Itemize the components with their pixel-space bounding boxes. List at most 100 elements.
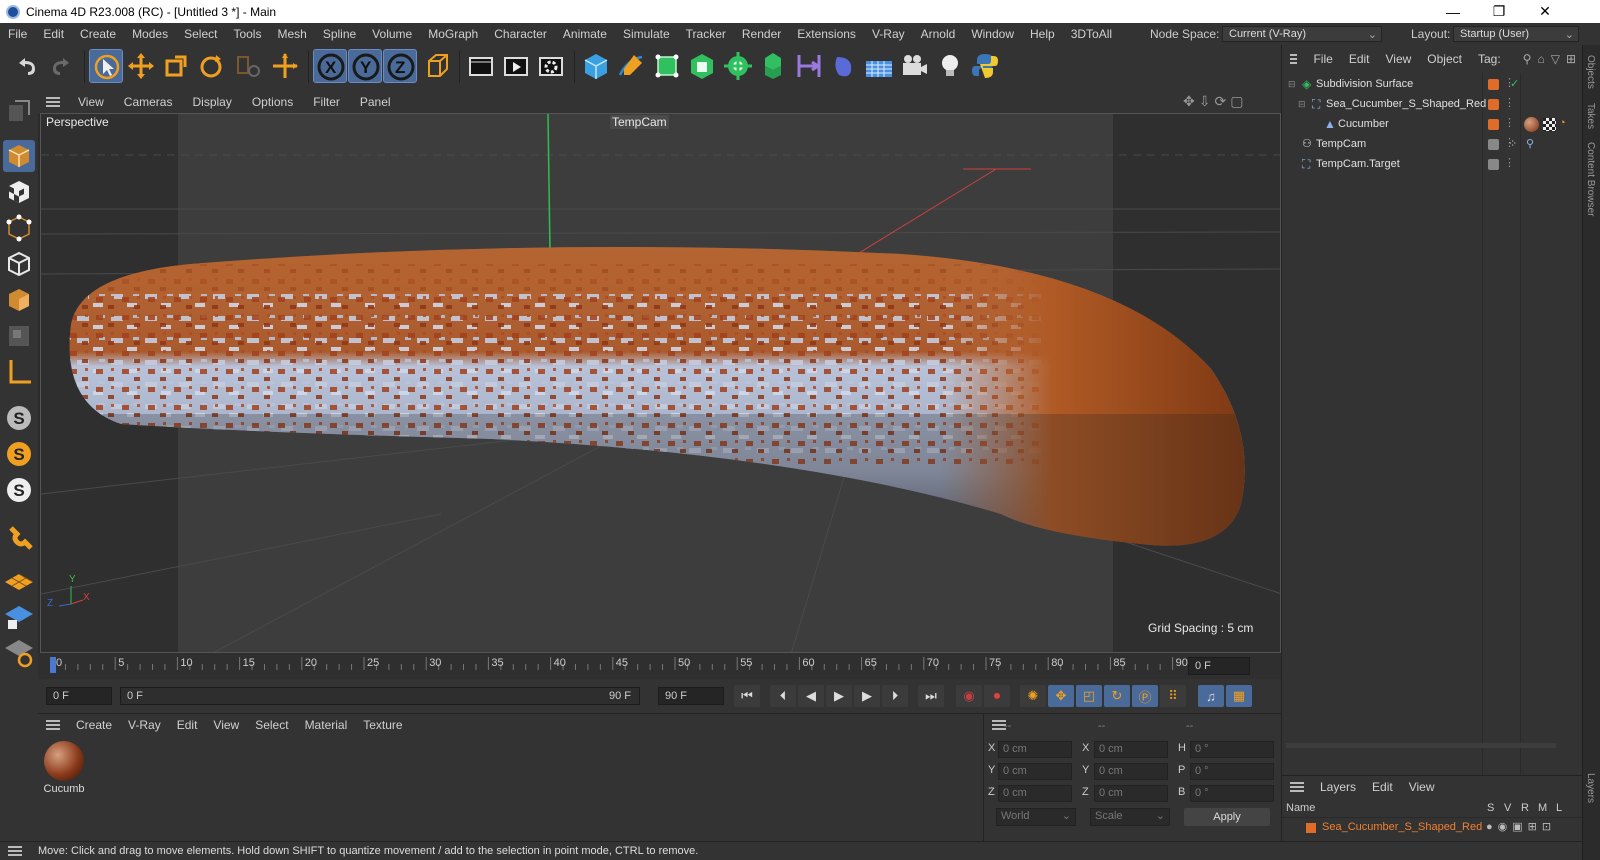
recent-tool-icon[interactable] (230, 49, 264, 83)
x-axis-icon[interactable]: X (313, 49, 347, 83)
material-menu-edit[interactable]: Edit (169, 718, 206, 732)
menu-create[interactable]: Create (72, 27, 124, 41)
viewport-camera-name[interactable]: TempCam (610, 115, 669, 129)
material-menu-create[interactable]: Create (68, 718, 120, 732)
layer-menu-edit[interactable]: Edit (1364, 780, 1401, 794)
goto-end-icon[interactable]: ⏭ (918, 685, 944, 707)
keyframe-selection-icon[interactable]: ✺ (1020, 685, 1046, 707)
object-row-tempcam[interactable]: ⚇ TempCam ⋮ ⁘ ⚲ (1282, 135, 1582, 155)
record-icon[interactable]: ◉ (956, 685, 982, 707)
subdivision-icon[interactable] (650, 49, 684, 83)
visibility-dots-icon[interactable]: ⋮ (1504, 156, 1515, 169)
object-menu-edit[interactable]: Edit (1341, 52, 1378, 66)
cube-icon[interactable] (579, 49, 613, 83)
size-y-field[interactable]: 0 cm (1094, 763, 1168, 780)
coord-mode-dropdown[interactable]: World ⌄ (996, 808, 1076, 826)
current-frame-field[interactable]: 0 F (1188, 657, 1250, 675)
material-menu-select[interactable]: Select (247, 718, 296, 732)
menu-modes[interactable]: Modes (124, 27, 176, 41)
position-y-field[interactable]: 0 cm (998, 763, 1072, 780)
render-view-icon[interactable] (499, 49, 533, 83)
rotation-b-field[interactable]: 0 ° (1190, 785, 1274, 802)
menu-mograph[interactable]: MoGraph (420, 27, 486, 41)
material-tag-icon[interactable] (1524, 117, 1539, 132)
z-axis-icon[interactable]: Z (383, 49, 417, 83)
hamburger-menu-icon[interactable] (1290, 782, 1304, 792)
key-parameter-icon[interactable]: Ⓟ (1132, 685, 1158, 707)
mograph-icon[interactable] (756, 49, 790, 83)
object-row-cucumber[interactable]: ▲ Cucumber ⋮ ◔ (1282, 115, 1582, 135)
target-tag-icon[interactable]: ⁘ (1508, 137, 1517, 150)
deformer-icon[interactable] (792, 49, 826, 83)
play-icon[interactable]: ▶ (826, 685, 852, 707)
horizontal-scrollbar[interactable] (1286, 743, 1556, 748)
minimize-button[interactable]: — (1430, 0, 1476, 23)
layer-color-swatch[interactable] (1306, 823, 1316, 833)
visibility-dots-icon[interactable]: ⋮ (1504, 116, 1515, 129)
point-mode-icon[interactable] (3, 212, 35, 244)
uvw-tag-icon[interactable] (1543, 118, 1556, 131)
viewport-nav-icons[interactable]: ✥⇩⟳▢ (1183, 93, 1247, 110)
render-region-icon[interactable] (464, 49, 498, 83)
menu-window[interactable]: Window (963, 27, 1022, 41)
visibility-dots-icon[interactable]: ⋮ (1504, 96, 1515, 109)
menu-simulate[interactable]: Simulate (615, 27, 678, 41)
timeline-playhead[interactable] (50, 657, 56, 673)
side-tab-content-browser[interactable]: Content Browser (1585, 142, 1596, 216)
hamburger-menu-icon[interactable] (46, 720, 60, 730)
menu-spline[interactable]: Spline (315, 27, 364, 41)
side-tab-takes[interactable]: Takes (1585, 103, 1596, 129)
hamburger-menu-icon[interactable] (46, 97, 60, 107)
floor-icon[interactable] (862, 49, 896, 83)
hamburger-menu-icon[interactable] (1290, 54, 1298, 64)
y-axis-icon[interactable]: Y (348, 49, 382, 83)
coord-transform-dropdown[interactable]: Scale ⌄ (1090, 808, 1170, 826)
position-x-field[interactable]: 0 cm (998, 741, 1072, 758)
restore-button[interactable]: ❐ (1476, 0, 1522, 23)
world-coord-icon[interactable] (420, 49, 454, 83)
start-frame-field[interactable]: 0 F (46, 687, 112, 705)
workplane-icon[interactable] (3, 564, 35, 596)
menu-mesh[interactable]: Mesh (269, 27, 314, 41)
viewport-menu-cameras[interactable]: Cameras (114, 95, 183, 109)
rotation-p-field[interactable]: 0 ° (1190, 763, 1274, 780)
rotate-icon[interactable] (194, 49, 228, 83)
material-item[interactable]: Cucumb (42, 741, 86, 801)
workplane-lock-icon[interactable] (3, 600, 35, 632)
model-mode-icon[interactable] (3, 140, 35, 172)
side-tab-layers[interactable]: Layers (1585, 773, 1596, 803)
layer-row[interactable]: Sea_Cucumber_S_Shaped_Red ●◉▣⊞⊡ (1282, 819, 1582, 837)
layer-color-swatch[interactable] (1488, 119, 1499, 130)
layout-dropdown[interactable]: Startup (User) ⌄ (1453, 26, 1579, 42)
object-row-tempcam-target[interactable]: ⛶ TempCam.Target ⋮ (1282, 155, 1582, 175)
goto-start-icon[interactable]: ⏮ (734, 685, 760, 707)
menu-file[interactable]: File (0, 27, 35, 41)
menu-select[interactable]: Select (176, 27, 225, 41)
pen-icon[interactable] (614, 49, 648, 83)
object-row-sea-cucumber[interactable]: ⊟ ⛶ Sea_Cucumber_S_Shaped_Red ⋮ (1282, 95, 1582, 115)
size-x-field[interactable]: 0 cm (1094, 741, 1168, 758)
viewport-menu-view[interactable]: View (68, 95, 114, 109)
select-live-icon[interactable] (89, 49, 123, 83)
menu-vray[interactable]: V-Ray (864, 27, 913, 41)
autokey-icon[interactable]: ⏺ (984, 685, 1010, 707)
polygon-mode-icon[interactable] (3, 284, 35, 316)
prev-key-icon[interactable]: ⏴ (770, 685, 796, 707)
layer-color-swatch[interactable] (1488, 79, 1499, 90)
viewport-menu-display[interactable]: Display (182, 95, 241, 109)
menu-tracker[interactable]: Tracker (678, 27, 734, 41)
key-rotation-icon[interactable]: ↻ (1104, 685, 1130, 707)
sound-icon[interactable]: ♫ (1198, 685, 1224, 707)
key-pla-icon[interactable]: ⠿ (1160, 685, 1186, 707)
coord-system-icon[interactable] (268, 49, 302, 83)
menu-extensions[interactable]: Extensions (789, 27, 864, 41)
layer-color-swatch[interactable] (1488, 99, 1499, 110)
enabled-check-icon[interactable]: ✓ (1510, 77, 1519, 90)
axis-mode-icon[interactable] (3, 356, 35, 388)
snap-icon[interactable]: S (3, 402, 35, 434)
undo-icon[interactable] (9, 49, 43, 83)
viewport-menu-options[interactable]: Options (242, 95, 303, 109)
symmetry-icon[interactable]: S (3, 474, 35, 506)
frame-range-slider[interactable]: 0 F 90 F (120, 687, 640, 705)
position-z-field[interactable]: 0 cm (998, 785, 1072, 802)
